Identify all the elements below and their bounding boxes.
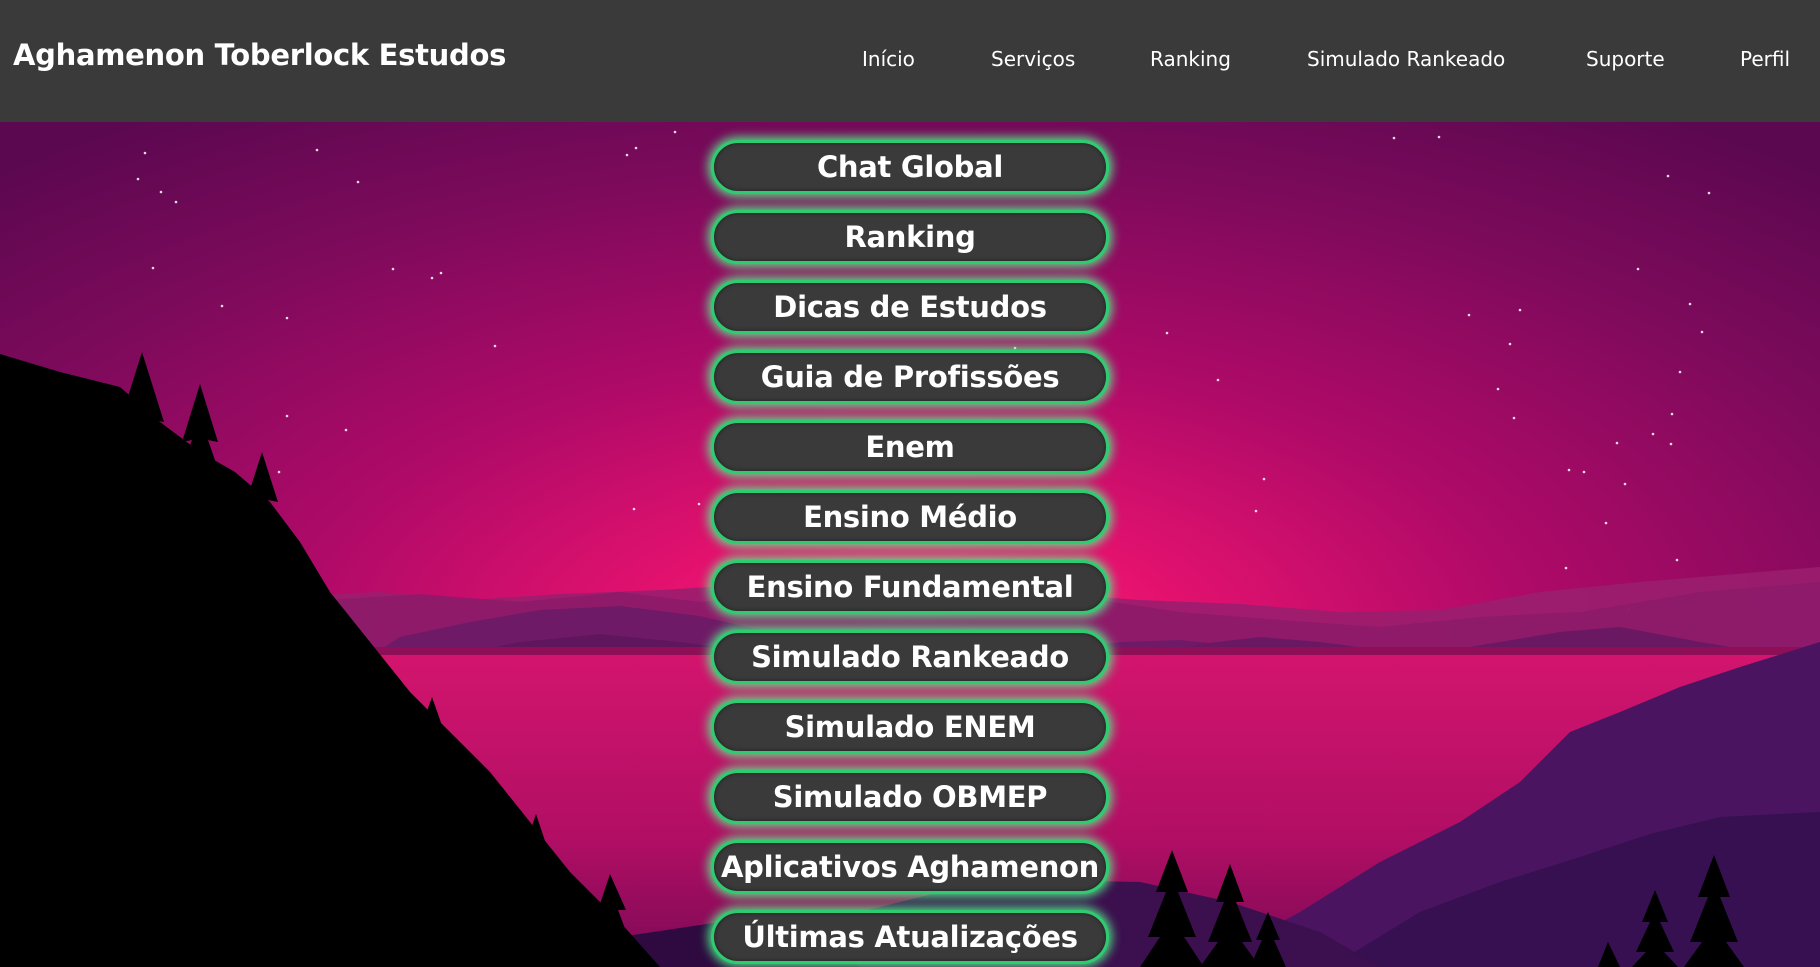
nav-link-suporte[interactable]: Suporte [1586, 47, 1665, 71]
nav-link-perfil[interactable]: Perfil [1740, 47, 1790, 71]
menu-button-aplicativos-aghamenon[interactable]: Aplicativos Aghamenon [711, 840, 1109, 894]
nav-link-simulado-rankeado[interactable]: Simulado Rankeado [1307, 47, 1505, 71]
menu-button-ranking[interactable]: Ranking [711, 210, 1109, 264]
nav-link-ranking[interactable]: Ranking [1150, 47, 1231, 71]
menu-button-ultimas-atualizacoes[interactable]: Últimas Atualizações [711, 910, 1109, 964]
menu-button-simulado-enem[interactable]: Simulado ENEM [711, 700, 1109, 754]
background-landscape: Chat Global Ranking Dicas de Estudos Gui… [0, 122, 1820, 967]
menu-button-guia-de-profissoes[interactable]: Guia de Profissões [711, 350, 1109, 404]
menu-button-simulado-obmep[interactable]: Simulado OBMEP [711, 770, 1109, 824]
menu-button-enem[interactable]: Enem [711, 420, 1109, 474]
menu-button-chat-global[interactable]: Chat Global [711, 140, 1109, 194]
nav-link-servicos[interactable]: Serviços [991, 47, 1075, 71]
menu-button-ensino-fundamental[interactable]: Ensino Fundamental [711, 560, 1109, 614]
menu-button-ensino-medio[interactable]: Ensino Médio [711, 490, 1109, 544]
menu-button-simulado-rankeado[interactable]: Simulado Rankeado [711, 630, 1109, 684]
top-navigation-bar: Aghamenon Toberlock Estudos Início Servi… [0, 0, 1820, 122]
menu-button-dicas-de-estudos[interactable]: Dicas de Estudos [711, 280, 1109, 334]
nav-link-inicio[interactable]: Início [862, 47, 915, 71]
site-brand-title[interactable]: Aghamenon Toberlock Estudos [13, 38, 506, 72]
